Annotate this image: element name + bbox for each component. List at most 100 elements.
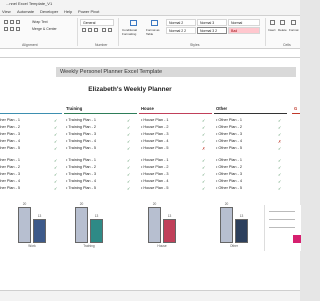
plan-item[interactable]: • House Plan - 3: [141, 172, 169, 176]
merge-center-button[interactable]: Merge & Center: [32, 27, 57, 31]
complete-checkmark[interactable]: ✓: [127, 125, 130, 130]
complete-checkmark[interactable]: ✓: [202, 172, 205, 177]
tab-view[interactable]: View: [2, 9, 11, 14]
complete-checkmark[interactable]: ✓: [54, 139, 57, 144]
complete-checkmark[interactable]: ✓: [278, 132, 281, 137]
complete-checkmark[interactable]: ✓: [278, 158, 281, 163]
percent-icon[interactable]: [88, 28, 92, 32]
complete-checkmark[interactable]: ✓: [202, 186, 205, 191]
style-normal-3-2[interactable]: Normal 3 2: [197, 27, 227, 34]
plan-item[interactable]: • Other Plan - 4: [216, 139, 242, 143]
complete-checkmark[interactable]: ✓: [127, 186, 130, 191]
plan-item[interactable]: • Other Plan - 5: [0, 186, 20, 190]
plan-item[interactable]: • Other Plan - 3: [216, 132, 242, 136]
plan-item[interactable]: • Training Plan - 3: [66, 132, 96, 136]
complete-checkmark[interactable]: ✓: [127, 118, 130, 123]
align-center-icon[interactable]: [10, 27, 14, 31]
plan-item[interactable]: • Other Plan - 1: [0, 118, 20, 122]
tab-automate[interactable]: Automate: [17, 9, 34, 14]
incomplete-mark[interactable]: ✗: [202, 146, 205, 151]
plan-item[interactable]: • Other Plan - 2: [0, 125, 20, 129]
plan-item[interactable]: • Other Plan - 2: [216, 125, 242, 129]
tab-power-pivot[interactable]: Power Pivot: [78, 9, 99, 14]
plan-item[interactable]: • House Plan - 2: [141, 125, 169, 129]
insert-button[interactable]: Insert: [268, 18, 277, 38]
plan-item[interactable]: • Other Plan - 3: [216, 172, 242, 176]
complete-checkmark[interactable]: ✓: [278, 172, 281, 177]
plan-item[interactable]: • Other Plan - 1: [0, 158, 20, 162]
tab-developer[interactable]: Developer: [40, 9, 58, 14]
plan-item[interactable]: • House Plan - 2: [141, 165, 169, 169]
align-middle-icon[interactable]: [10, 20, 14, 24]
plan-item[interactable]: • Other Plan - 3: [0, 172, 20, 176]
decrease-decimal-icon[interactable]: [108, 28, 112, 32]
format-button[interactable]: Format: [289, 18, 300, 38]
comma-icon[interactable]: [94, 28, 98, 32]
plan-item[interactable]: • Other Plan - 4: [216, 179, 242, 183]
plan-item[interactable]: • Other Plan - 1: [216, 118, 242, 122]
plan-item[interactable]: • House Plan - 3: [141, 132, 169, 136]
plan-item[interactable]: • House Plan - 4: [141, 139, 169, 143]
complete-checkmark[interactable]: ✓: [278, 125, 281, 130]
style-normal[interactable]: Normal: [228, 19, 260, 26]
complete-checkmark[interactable]: ✓: [127, 158, 130, 163]
complete-checkmark[interactable]: ✓: [202, 132, 205, 137]
complete-checkmark[interactable]: ✓: [127, 172, 130, 177]
tab-help[interactable]: Help: [64, 9, 72, 14]
plan-item[interactable]: • Training Plan - 4: [66, 139, 96, 143]
delete-button[interactable]: Delete: [278, 18, 288, 38]
complete-checkmark[interactable]: ✓: [202, 158, 205, 163]
complete-checkmark[interactable]: ✓: [202, 125, 205, 130]
complete-checkmark[interactable]: ✓: [54, 132, 57, 137]
complete-checkmark[interactable]: ✓: [202, 118, 205, 123]
complete-checkmark[interactable]: ✓: [54, 165, 57, 170]
complete-checkmark[interactable]: ✓: [278, 146, 281, 151]
plan-item[interactable]: • House Plan - 5: [141, 186, 169, 190]
plan-item[interactable]: • Other Plan - 2: [216, 165, 242, 169]
complete-checkmark[interactable]: ✓: [127, 179, 130, 184]
align-top-icon[interactable]: [4, 20, 8, 24]
plan-item[interactable]: • House Plan - 1: [141, 158, 169, 162]
plan-item[interactable]: • Training Plan - 3: [66, 172, 96, 176]
style-bad[interactable]: Bad: [228, 27, 260, 34]
complete-checkmark[interactable]: ✓: [278, 186, 281, 191]
plan-item[interactable]: • Other Plan - 5: [0, 146, 20, 150]
complete-checkmark[interactable]: ✓: [202, 139, 205, 144]
plan-item[interactable]: • Training Plan - 2: [66, 125, 96, 129]
complete-checkmark[interactable]: ✓: [278, 118, 281, 123]
orientation-icon[interactable]: [16, 20, 20, 24]
number-format-select[interactable]: General: [80, 19, 114, 26]
complete-checkmark[interactable]: ✓: [54, 179, 57, 184]
plan-item[interactable]: • Other Plan - 3: [0, 132, 20, 136]
plan-item[interactable]: • House Plan - 1: [141, 118, 169, 122]
complete-checkmark[interactable]: ✓: [127, 132, 130, 137]
align-left-icon[interactable]: [4, 27, 8, 31]
complete-checkmark[interactable]: ✓: [54, 125, 57, 130]
plan-item[interactable]: • Training Plan - 2: [66, 165, 96, 169]
align-right-icon[interactable]: [16, 27, 20, 31]
currency-icon[interactable]: [82, 28, 86, 32]
complete-checkmark[interactable]: ✓: [127, 139, 130, 144]
style-normal-2-2[interactable]: Normal 2 2: [166, 27, 196, 34]
formula-bar[interactable]: [0, 49, 300, 58]
plan-item[interactable]: • Other Plan - 5: [216, 146, 242, 150]
complete-checkmark[interactable]: ✓: [127, 165, 130, 170]
plan-item[interactable]: • Other Plan - 2: [0, 165, 20, 169]
plan-item[interactable]: • Other Plan - 5: [216, 186, 242, 190]
incomplete-mark[interactable]: ✗: [278, 139, 281, 144]
wrap-text-button[interactable]: Wrap Text: [32, 20, 48, 24]
plan-item[interactable]: • Training Plan - 1: [66, 158, 96, 162]
complete-checkmark[interactable]: ✓: [54, 118, 57, 123]
complete-checkmark[interactable]: ✓: [54, 186, 57, 191]
format-as-table-button[interactable]: Format as Table: [146, 18, 162, 40]
conditional-formatting-button[interactable]: Conditional Formatting: [122, 18, 144, 40]
plan-item[interactable]: • House Plan - 4: [141, 179, 169, 183]
complete-checkmark[interactable]: ✓: [202, 165, 205, 170]
plan-item[interactable]: • Training Plan - 5: [66, 186, 96, 190]
plan-item[interactable]: • House Plan - 5: [141, 146, 169, 150]
complete-checkmark[interactable]: ✓: [278, 179, 281, 184]
plan-item[interactable]: • Training Plan - 4: [66, 179, 96, 183]
plan-item[interactable]: • Other Plan - 4: [0, 179, 20, 183]
complete-checkmark[interactable]: ✓: [54, 158, 57, 163]
plan-item[interactable]: • Other Plan - 4: [0, 139, 20, 143]
